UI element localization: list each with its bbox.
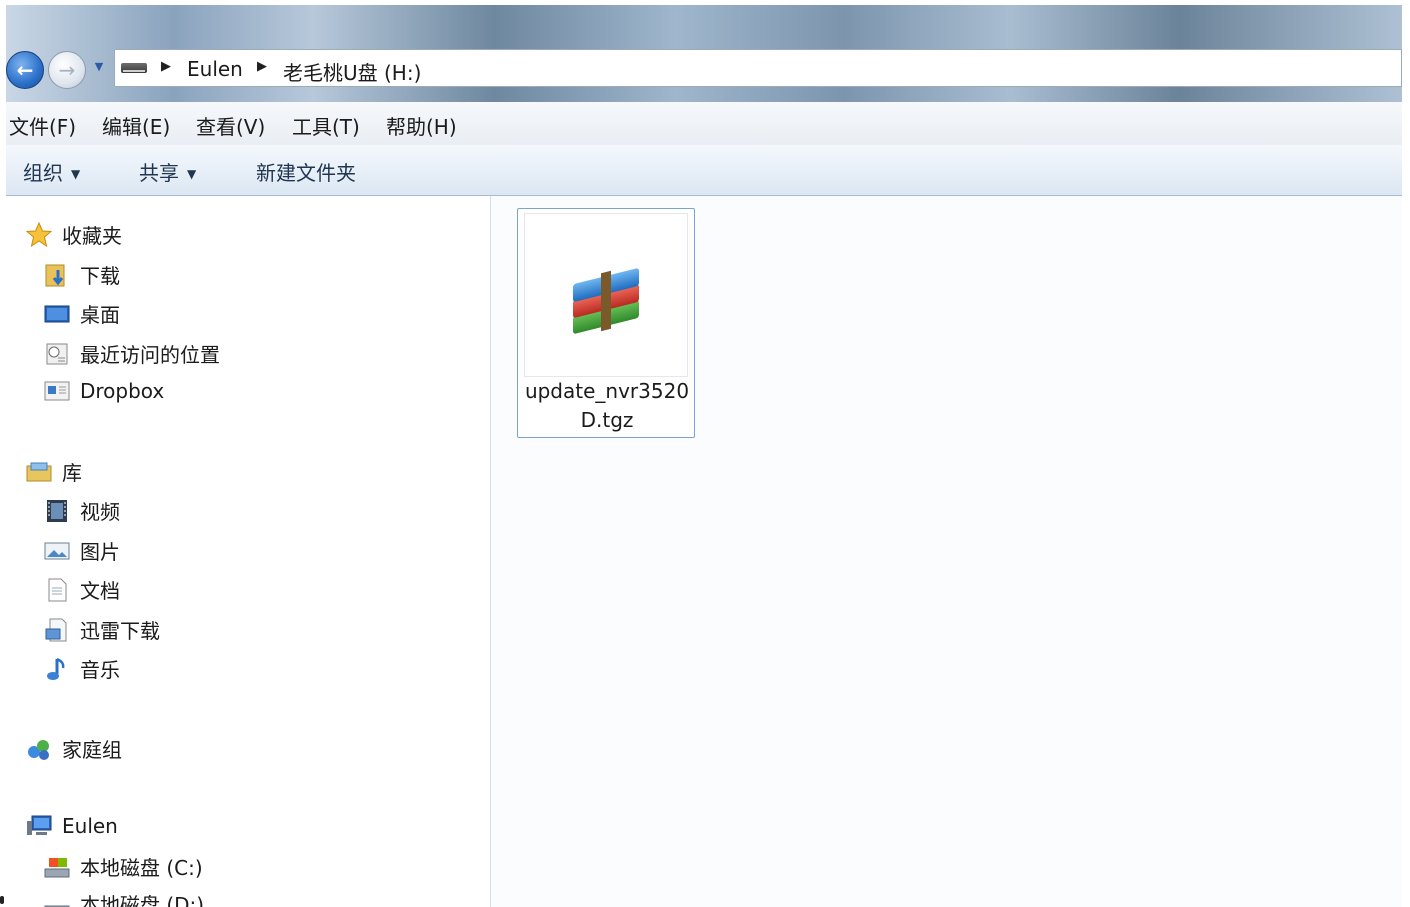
- document-icon: [44, 577, 70, 603]
- nav-item-videos[interactable]: 视频: [44, 496, 120, 525]
- forward-button[interactable]: →: [48, 51, 86, 89]
- cursor-edge: [0, 896, 4, 904]
- nav-item-label: 下载: [80, 264, 120, 288]
- file-name-line-1: update_nvr3520: [524, 379, 690, 403]
- star-icon: [25, 221, 53, 248]
- arrow-left-icon: ←: [16, 58, 34, 82]
- menu-edit[interactable]: 编辑(E): [102, 111, 170, 140]
- nav-item-drive-c[interactable]: 本地磁盘 (C:): [44, 852, 203, 881]
- nav-item-music[interactable]: 音乐: [44, 654, 120, 683]
- thunder-download-icon: [44, 617, 70, 643]
- nav-item-desktop[interactable]: 桌面: [44, 299, 120, 328]
- explorer-window: ← → ▼ ▶ Eulen ▶ 老毛桃U盘 (H:) 文件(F) 编辑(E) 查…: [6, 5, 1402, 907]
- nav-item-label: 文档: [80, 579, 120, 603]
- nav-item-downloads[interactable]: 下载: [44, 260, 120, 289]
- command-toolbar: 组织 ▼ 共享 ▼ 新建文件夹: [6, 145, 1402, 196]
- video-film-icon: [44, 498, 70, 524]
- file-item[interactable]: update_nvr3520 D.tgz: [517, 208, 695, 438]
- nav-item-thunder-downloads[interactable]: 迅雷下载: [44, 615, 160, 644]
- share-label: 共享: [139, 161, 179, 185]
- libraries-icon: [26, 459, 52, 485]
- file-list-area[interactable]: update_nvr3520 D.tgz: [491, 196, 1402, 907]
- breadcrumb-separator-icon[interactable]: ▶: [257, 59, 267, 74]
- nav-item-drive-d[interactable]: 本地磁盘 (D:): [44, 889, 204, 907]
- share-button[interactable]: 共享 ▼: [139, 157, 196, 186]
- breadcrumb-item-computer[interactable]: Eulen: [187, 57, 243, 81]
- nav-favorites[interactable]: 收藏夹: [25, 220, 122, 249]
- caret-down-icon: ▼: [187, 167, 197, 181]
- menu-help[interactable]: 帮助(H): [386, 111, 457, 140]
- winrar-archive-icon: [569, 258, 645, 335]
- file-name: update_nvr3520 D.tgz: [518, 377, 696, 435]
- music-note-icon: [44, 656, 70, 682]
- nav-item-recent-places[interactable]: 最近访问的位置: [44, 339, 220, 368]
- address-bar[interactable]: ▶ Eulen ▶ 老毛桃U盘 (H:): [114, 49, 1402, 87]
- nav-item-documents[interactable]: 文档: [44, 575, 120, 604]
- nav-computer[interactable]: Eulen: [26, 813, 118, 839]
- computer-icon: [26, 813, 52, 839]
- nav-libraries-label: 库: [62, 461, 82, 485]
- recent-places-icon: [44, 341, 70, 367]
- picture-icon: [44, 538, 70, 564]
- nav-item-dropbox[interactable]: Dropbox: [44, 378, 164, 404]
- chevron-down-icon: ▼: [94, 60, 104, 73]
- menu-bar: 文件(F) 编辑(E) 查看(V) 工具(T) 帮助(H): [6, 102, 1402, 146]
- menu-tools[interactable]: 工具(T): [292, 111, 360, 140]
- nav-item-pictures[interactable]: 图片: [44, 536, 120, 565]
- nav-item-label: 音乐: [80, 658, 120, 682]
- organize-button[interactable]: 组织 ▼: [23, 157, 80, 186]
- file-name-line-2: D.tgz: [580, 408, 634, 432]
- nav-item-label: 最近访问的位置: [80, 343, 220, 367]
- downloads-folder-icon: [44, 262, 70, 288]
- nav-favorites-label: 收藏夹: [62, 224, 122, 248]
- nav-homegroup-label: 家庭组: [62, 738, 122, 762]
- nav-item-label: Dropbox: [80, 379, 165, 403]
- breadcrumb-item-drive[interactable]: 老毛桃U盘 (H:): [283, 57, 421, 86]
- navigation-pane: 收藏夹 下载 桌面 最近访问的位置 Dropbox 库 视频 图片 文档 迅雷下…: [6, 196, 491, 907]
- new-folder-button[interactable]: 新建文件夹: [256, 157, 356, 186]
- dropbox-folder-icon: [44, 378, 70, 404]
- breadcrumb-separator-icon[interactable]: ▶: [161, 59, 171, 74]
- local-disk-icon: [44, 854, 70, 880]
- recent-pages-button[interactable]: ▼: [92, 60, 106, 76]
- homegroup-icon: [26, 736, 52, 762]
- nav-item-label: 桌面: [80, 303, 120, 327]
- navigation-row: ← → ▼ ▶ Eulen ▶ 老毛桃U盘 (H:): [6, 47, 1402, 99]
- nav-item-label: 本地磁盘 (D:): [80, 893, 205, 907]
- nav-computer-label: Eulen: [62, 814, 118, 838]
- title-bar: ← → ▼ ▶ Eulen ▶ 老毛桃U盘 (H:): [6, 5, 1402, 102]
- nav-item-label: 视频: [80, 500, 120, 524]
- caret-down-icon: ▼: [71, 167, 81, 181]
- desktop-icon: [44, 301, 70, 327]
- nav-item-label: 本地磁盘 (C:): [80, 856, 203, 880]
- menu-view[interactable]: 查看(V): [196, 111, 265, 140]
- nav-item-label: 图片: [80, 540, 120, 564]
- nav-homegroup[interactable]: 家庭组: [26, 734, 122, 763]
- nav-item-label: 迅雷下载: [80, 619, 160, 643]
- usb-drive-icon: [121, 63, 147, 73]
- arrow-right-icon: →: [58, 58, 76, 82]
- file-thumbnail: [524, 213, 688, 377]
- local-disk-icon: [44, 891, 70, 907]
- back-button[interactable]: ←: [6, 51, 44, 89]
- nav-libraries[interactable]: 库: [26, 457, 82, 486]
- organize-label: 组织: [23, 161, 63, 185]
- menu-file[interactable]: 文件(F): [9, 111, 76, 140]
